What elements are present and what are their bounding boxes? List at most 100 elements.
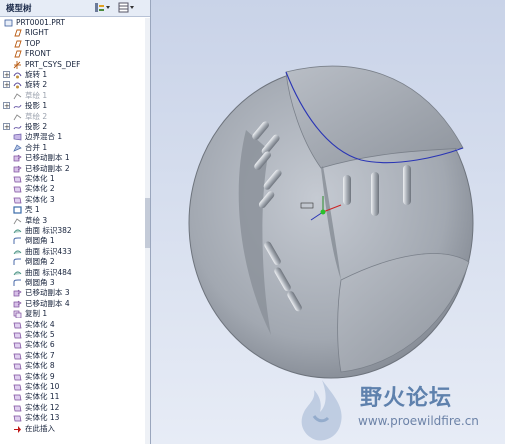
tree-item[interactable]: 实体化 7 [0,351,145,361]
tree-item-label: 已移动副本 2 [25,163,70,173]
solidify-icon [13,393,22,401]
tree-item-label: 在此插入 [25,423,55,433]
moved-copy-icon [13,154,22,162]
tree-item[interactable]: 实体化 1 [0,174,145,184]
tree-item[interactable]: + 投影 2 [0,122,145,132]
tree-item[interactable]: 已移动副本 2 [0,164,145,174]
tree-item[interactable]: + 旋转 1 [0,70,145,80]
tree-item-label: 实体化 11 [25,392,60,402]
tree-item-label: 倒圆角 1 [25,236,55,246]
tree-item-label: 实体化 1 [25,174,55,183]
tree-item-label: 倒圆角 2 [25,257,55,267]
tree-item[interactable]: 曲面 标识484 [0,268,145,278]
tree-item-label: 投影 2 [25,122,48,131]
tree-item[interactable]: 实体化 5 [0,330,145,340]
tree-scrollbar[interactable] [145,18,150,444]
tree-settings-button[interactable] [94,2,112,13]
expand-toggle-icon[interactable]: + [3,81,10,89]
tree-item[interactable]: 实体化 2 [0,184,145,194]
tree-item[interactable]: 倒圆角 1 [0,236,145,246]
tree-item[interactable]: PRT_CSYS_DEF [0,60,145,70]
tree-item[interactable]: 曲面 标识433 [0,247,145,257]
tree-item[interactable]: 倒圆角 3 [0,278,145,288]
tree-columns-button[interactable] [118,2,136,13]
sketch-icon [13,217,22,225]
tree-item-label: FRONT [25,49,51,59]
sketch-icon [13,92,22,100]
tree-item-label: 已移动副本 3 [25,288,70,298]
tree-settings-icon [95,3,110,12]
tree-item-label: 实体化 4 [25,319,55,329]
tree-item[interactable]: 草绘 3 [0,216,145,226]
tree-item[interactable]: TOP [0,39,145,49]
tree-item[interactable]: 已移动副本 4 [0,299,145,309]
tree-item[interactable]: 实体化 8 [0,361,145,371]
tree-scroll-thumb[interactable] [145,198,150,248]
round-icon [13,237,22,245]
tree-item-label: 实体化 9 [25,371,55,381]
solidify-icon [13,175,22,183]
tree-item-label: 合并 1 [25,142,48,152]
tree-item-label: 已移动副本 4 [25,298,70,308]
solidify-icon [13,352,22,360]
tree-item[interactable]: 曲面 标识382 [0,226,145,236]
tree-item-label: 实体化 10 [25,382,60,391]
solidify-icon [13,321,22,329]
expand-toggle-icon[interactable]: + [3,123,10,131]
tree-item[interactable]: FRONT [0,49,145,59]
tree-item-label: 投影 1 [25,101,48,111]
revolve-icon [13,71,22,79]
tree-item-label: 草绘 3 [25,215,48,225]
solidify-icon [13,373,22,381]
surface-icon [13,269,22,277]
tree-item[interactable]: 实体化 4 [0,320,145,330]
tree-item[interactable]: 实体化 10 [0,382,145,392]
tree-item-label: 草绘 2 [25,111,48,121]
tree-item[interactable]: 实体化 13 [0,413,145,423]
solidify-icon [13,414,22,422]
tree-item-label: 壳 1 [25,205,40,215]
tree-item[interactable]: 壳 1 [0,205,145,215]
tree-item-label: 实体化 8 [25,361,55,371]
tree-item[interactable]: 实体化 6 [0,340,145,350]
tree-columns-icon [118,2,134,13]
tree-item-label: 实体化 12 [25,402,60,412]
tree-item-label: 曲面 标识382 [25,226,72,235]
tree-item[interactable]: 边界混合 1 [0,132,145,142]
tree-item[interactable]: 已移动副本 3 [0,288,145,298]
tree-item[interactable]: 实体化 3 [0,195,145,205]
tree-item[interactable]: RIGHT [0,28,145,38]
expand-toggle-icon[interactable]: + [3,71,10,79]
tree-item[interactable]: 实体化 9 [0,372,145,382]
merge-icon [13,144,22,152]
solidify-icon [13,341,22,349]
tree-item[interactable]: 倒圆角 2 [0,257,145,267]
tree-item[interactable]: 实体化 12 [0,403,145,413]
tree-item[interactable]: 实体化 11 [0,392,145,402]
tree-item-label: 旋转 1 [25,70,48,79]
tree-item[interactable]: 草绘 2 [0,112,145,122]
tree-item-label: 曲面 标识484 [25,267,72,277]
surface-icon [13,248,22,256]
tree-item[interactable]: + 旋转 2 [0,80,145,90]
model-tree-header: 模型树 [0,0,150,17]
sketch-icon [13,113,22,121]
tree-item[interactable]: + 投影 1 [0,101,145,111]
tree-item-label: 倒圆角 3 [25,278,55,287]
tree-item-label: 已移动副本 1 [25,153,70,163]
tree-item[interactable]: PRT0001.PRT [0,18,145,28]
tree-item-label: PRT0001.PRT [16,18,66,27]
tree-item[interactable]: 合并 1 [0,143,145,153]
tree-item[interactable]: 已移动副本 1 [0,153,145,163]
surface-icon [13,227,22,235]
tree-item-label: 草绘 1 [25,90,48,100]
watermark-title: 野火论坛 [360,386,453,411]
tree-item[interactable]: 草绘 1 [0,91,145,101]
tree-item-label: RIGHT [25,28,49,38]
csys-icon [13,60,22,69]
expand-toggle-icon[interactable]: + [3,102,10,110]
project-curve-icon [13,102,22,110]
tree-item[interactable]: 复制 1 [0,309,145,319]
round-icon [13,279,22,287]
tree-item[interactable]: 在此插入 [0,424,145,434]
